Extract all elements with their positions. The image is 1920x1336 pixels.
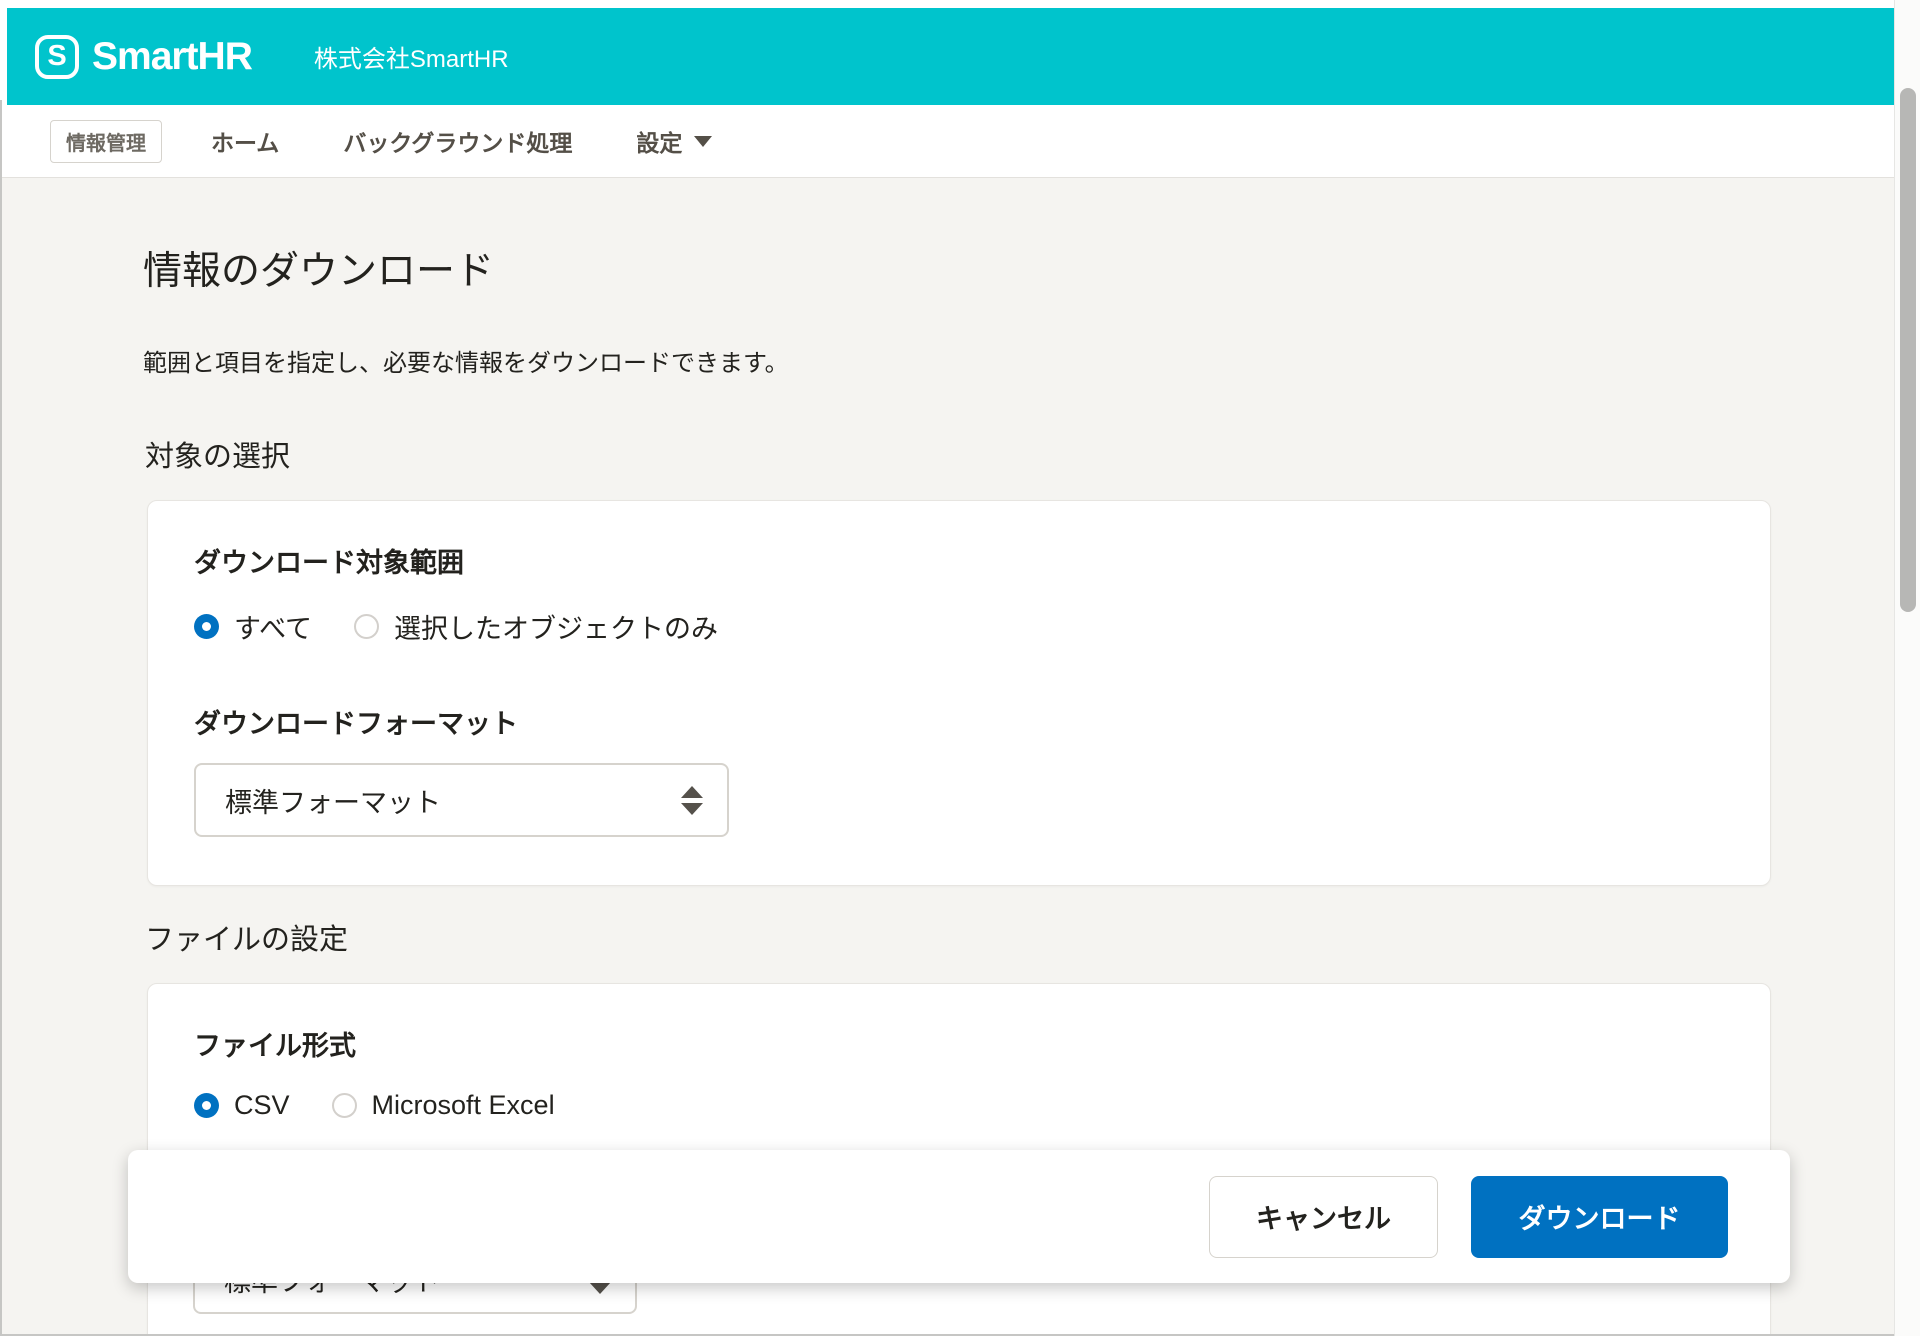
download-range-label: ダウンロード対象範囲	[194, 541, 1724, 580]
app-header: S SmartHR 株式会社SmartHR	[7, 8, 1894, 105]
select-arrows-icon	[681, 786, 703, 815]
radio-selected-icon[interactable]	[194, 1093, 219, 1118]
nav-item-background-jobs[interactable]: バックグラウンド処理	[343, 124, 572, 158]
radio-option-excel[interactable]: Microsoft Excel	[332, 1090, 555, 1121]
radio-unselected-icon[interactable]	[332, 1093, 357, 1118]
current-app-badge: 情報管理	[50, 120, 162, 163]
main-content: 情報のダウンロード 範囲と項目を指定し、必要な情報をダウンロードできます。 対象…	[2, 178, 1894, 1334]
radio-selected-icon[interactable]	[194, 614, 219, 639]
page-description: 範囲と項目を指定し、必要な情報をダウンロードできます。	[143, 343, 789, 378]
window-border-left	[0, 100, 2, 1336]
section-heading-target: 対象の選択	[145, 433, 290, 475]
floating-action-bar: キャンセル ダウンロード	[128, 1150, 1790, 1283]
radio-option-all-label: すべて	[234, 607, 312, 646]
smarthr-logo[interactable]: S SmartHR	[35, 35, 252, 79]
download-format-value: 標準フォーマット	[225, 781, 441, 820]
scrollbar-thumb[interactable]	[1900, 88, 1916, 612]
radio-option-csv-label: CSV	[234, 1090, 290, 1121]
nav-item-settings-label: 設定	[636, 124, 682, 158]
radio-option-all[interactable]: すべて	[194, 607, 312, 646]
radio-option-csv[interactable]: CSV	[194, 1090, 290, 1121]
page-title: 情報のダウンロード	[143, 240, 494, 296]
app-navigation: 情報管理 ホーム バックグラウンド処理 設定	[2, 105, 1894, 178]
radio-option-selected-objects[interactable]: 選択したオブジェクトのみ	[354, 607, 718, 646]
radio-unselected-icon[interactable]	[354, 614, 379, 639]
radio-option-excel-label: Microsoft Excel	[372, 1090, 555, 1121]
nav-item-settings[interactable]: 設定	[636, 124, 712, 158]
download-format-select[interactable]: 標準フォーマット	[194, 763, 729, 837]
nav-item-home[interactable]: ホーム	[211, 124, 279, 158]
download-button[interactable]: ダウンロード	[1471, 1176, 1728, 1258]
smarthr-logo-icon: S	[35, 35, 79, 79]
download-range-radio-group: すべて 選択したオブジェクトのみ	[194, 607, 1724, 646]
section-heading-file: ファイルの設定	[145, 916, 348, 958]
file-type-label: ファイル形式	[194, 1024, 1724, 1063]
scrollbar-track[interactable]	[1894, 0, 1920, 1336]
company-name: 株式会社SmartHR	[314, 39, 509, 74]
download-format-label: ダウンロードフォーマット	[194, 702, 1724, 741]
app-window: S SmartHR 株式会社SmartHR 情報管理 ホーム バックグラウンド処…	[0, 0, 1920, 1336]
radio-option-selected-objects-label: 選択したオブジェクトのみ	[394, 607, 718, 646]
chevron-down-icon	[694, 136, 712, 147]
cancel-button[interactable]: キャンセル	[1209, 1176, 1438, 1258]
brand-name: SmartHR	[92, 35, 252, 79]
target-selection-card: ダウンロード対象範囲 すべて 選択したオブジェクトのみ ダウンロードフォーマット…	[147, 500, 1771, 886]
file-type-radio-group: CSV Microsoft Excel	[194, 1090, 1724, 1121]
